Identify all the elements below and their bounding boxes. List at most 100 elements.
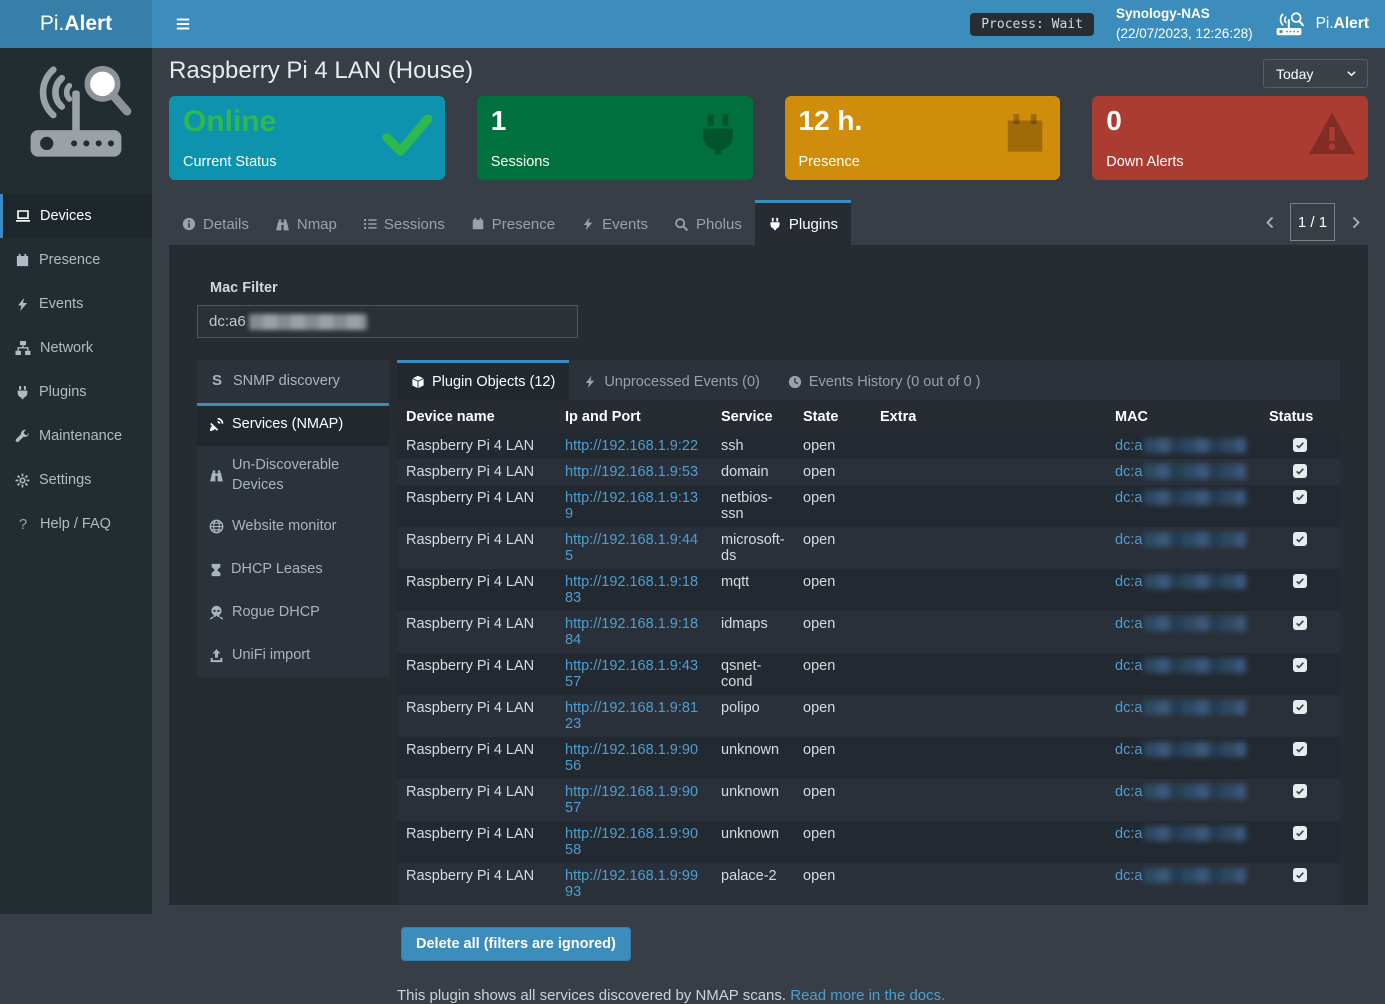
ip-port-link[interactable]: http://192.168.1.9:9058 [565, 826, 698, 858]
sidebar-item-events[interactable]: Events [0, 282, 152, 326]
ip-port-link[interactable]: http://192.168.1.9:53 [565, 464, 698, 480]
mac-link[interactable]: dc:a [1115, 490, 1246, 506]
plugin-layout: S SNMP discovery Services (NMAP) Un-Disc… [197, 360, 1340, 1004]
ip-port-link[interactable]: http://192.168.1.9:9057 [565, 784, 698, 816]
satellite-dish-icon [209, 417, 224, 432]
table-header-row: Device name Ip and Port Service State Ex… [397, 400, 1340, 433]
mac-link[interactable]: dc:a [1115, 574, 1246, 590]
mac-filter-input[interactable]: dc:a6 [197, 305, 578, 338]
sitemap-icon [15, 340, 31, 356]
table-row: Raspberry Pi 4 LAN http://192.168.1.9:53… [397, 459, 1340, 485]
sidebar-item-devices[interactable]: Devices [0, 194, 152, 238]
status-checkbox[interactable] [1293, 658, 1307, 672]
calendar-icon [471, 217, 485, 231]
status-checkbox[interactable] [1293, 784, 1307, 798]
ip-port-link[interactable]: http://192.168.1.9:1883 [565, 574, 698, 606]
mac-link[interactable]: dc:a [1115, 868, 1246, 884]
sidebar-item-plugins[interactable]: Plugins [0, 370, 152, 414]
ip-port-link[interactable]: http://192.168.1.9:445 [565, 532, 698, 564]
mac-link[interactable]: dc:a [1115, 616, 1246, 632]
mac-link[interactable]: dc:a [1115, 742, 1246, 758]
plugin-item-rogue-dhcp[interactable]: Rogue DHCP [197, 591, 389, 634]
cube-icon [411, 375, 425, 389]
status-checkbox[interactable] [1293, 616, 1307, 630]
pialert-logo-icon [18, 64, 134, 168]
tab-details[interactable]: Details [169, 200, 262, 245]
sidebar-item-help-faq[interactable]: ? Help / FAQ [0, 502, 152, 546]
bolt-icon [15, 297, 30, 312]
plug-icon [15, 385, 30, 400]
ip-port-link[interactable]: http://192.168.1.9:4357 [565, 658, 698, 690]
plug-icon [768, 217, 782, 231]
chevron-down-icon [1345, 67, 1358, 80]
mac-link[interactable]: dc:a [1115, 826, 1246, 842]
redacted-mac [1144, 658, 1246, 673]
plugin-item-services-nmap[interactable]: Services (NMAP) [197, 403, 389, 446]
status-checkbox[interactable] [1293, 826, 1307, 840]
page-indicator: 1 / 1 [1290, 203, 1335, 241]
table-row: Raspberry Pi 4 LAN http://192.168.1.9:22… [397, 433, 1340, 459]
plugin-item-undiscoverable-devices[interactable]: Un-Discoverable Devices [197, 446, 389, 505]
ip-port-link[interactable]: http://192.168.1.9:8123 [565, 700, 698, 732]
docs-link[interactable]: Read more in the docs. [790, 987, 945, 1004]
tab-sessions[interactable]: Sessions [350, 200, 458, 245]
laptop-icon [15, 208, 31, 224]
sidebar-item-network[interactable]: Network [0, 326, 152, 370]
status-checkbox[interactable] [1293, 742, 1307, 756]
tab-nmap[interactable]: Nmap [262, 200, 350, 245]
table-row: Raspberry Pi 4 LAN http://192.168.1.9:90… [397, 737, 1340, 779]
redacted-mac [1144, 784, 1246, 799]
status-checkbox[interactable] [1293, 464, 1307, 478]
tab-unprocessed-events[interactable]: Unprocessed Events (0) [569, 360, 774, 400]
brand-logo[interactable]: Pi.Alert [0, 0, 152, 48]
wrench-icon [15, 429, 30, 444]
pagination: 1 / 1 [1257, 203, 1368, 241]
search-icon [674, 217, 689, 232]
redacted-mac [1144, 742, 1246, 757]
plugin-item-dhcp-leases[interactable]: DHCP Leases [197, 548, 389, 591]
status-checkbox[interactable] [1293, 438, 1307, 452]
tab-events[interactable]: Events [568, 200, 661, 245]
plugin-item-website-monitor[interactable]: Website monitor [197, 505, 389, 548]
chevron-right-icon [1348, 215, 1363, 230]
mac-link[interactable]: dc:a [1115, 700, 1246, 716]
plugin-item-unifi-import[interactable]: UniFi import [197, 634, 389, 677]
ip-port-link[interactable]: http://192.168.1.9:139 [565, 490, 698, 522]
status-checkbox[interactable] [1293, 868, 1307, 882]
mac-link[interactable]: dc:a [1115, 658, 1246, 674]
prev-page-button[interactable] [1257, 203, 1283, 241]
sidebar-item-maintenance[interactable]: Maintenance [0, 414, 152, 458]
status-checkbox[interactable] [1293, 574, 1307, 588]
period-select[interactable]: Today [1263, 59, 1368, 88]
redacted-mac [1144, 868, 1246, 883]
delete-all-button[interactable]: Delete all (filters are ignored) [401, 927, 631, 961]
sidebar-toggle-button[interactable] [166, 7, 200, 41]
sidebar-item-settings[interactable]: Settings [0, 458, 152, 502]
tab-events-history[interactable]: Events History (0 out of 0 ) [774, 360, 995, 400]
check-icon [1295, 660, 1305, 670]
ip-port-link[interactable]: http://192.168.1.9:22 [565, 438, 698, 454]
ip-port-link[interactable]: http://192.168.1.9:1884 [565, 616, 698, 648]
mac-filter-value: dc:a6 [209, 313, 246, 330]
card-label: Down Alerts [1106, 154, 1183, 170]
mac-link[interactable]: dc:a [1115, 532, 1246, 548]
tab-plugin-objects[interactable]: Plugin Objects (12) [397, 360, 569, 400]
tab-presence[interactable]: Presence [458, 200, 568, 245]
plugin-item-snmp-discovery[interactable]: S SNMP discovery [197, 360, 389, 403]
sidebar-item-presence[interactable]: Presence [0, 238, 152, 282]
upload-icon [209, 648, 224, 663]
table-row: Raspberry Pi 4 LAN http://192.168.1.9:43… [397, 653, 1340, 695]
next-page-button[interactable] [1342, 203, 1368, 241]
mac-link[interactable]: dc:a [1115, 438, 1246, 454]
status-checkbox[interactable] [1293, 490, 1307, 504]
status-checkbox[interactable] [1293, 700, 1307, 714]
tab-plugins[interactable]: Plugins [755, 200, 851, 245]
mac-link[interactable]: dc:a [1115, 464, 1246, 480]
ip-port-link[interactable]: http://192.168.1.9:9993 [565, 868, 698, 900]
app-chip: Pi.Alert [1275, 11, 1369, 37]
check-icon [1295, 440, 1305, 450]
tab-pholus[interactable]: Pholus [661, 200, 755, 245]
mac-link[interactable]: dc:a [1115, 784, 1246, 800]
ip-port-link[interactable]: http://192.168.1.9:9056 [565, 742, 698, 774]
status-checkbox[interactable] [1293, 532, 1307, 546]
